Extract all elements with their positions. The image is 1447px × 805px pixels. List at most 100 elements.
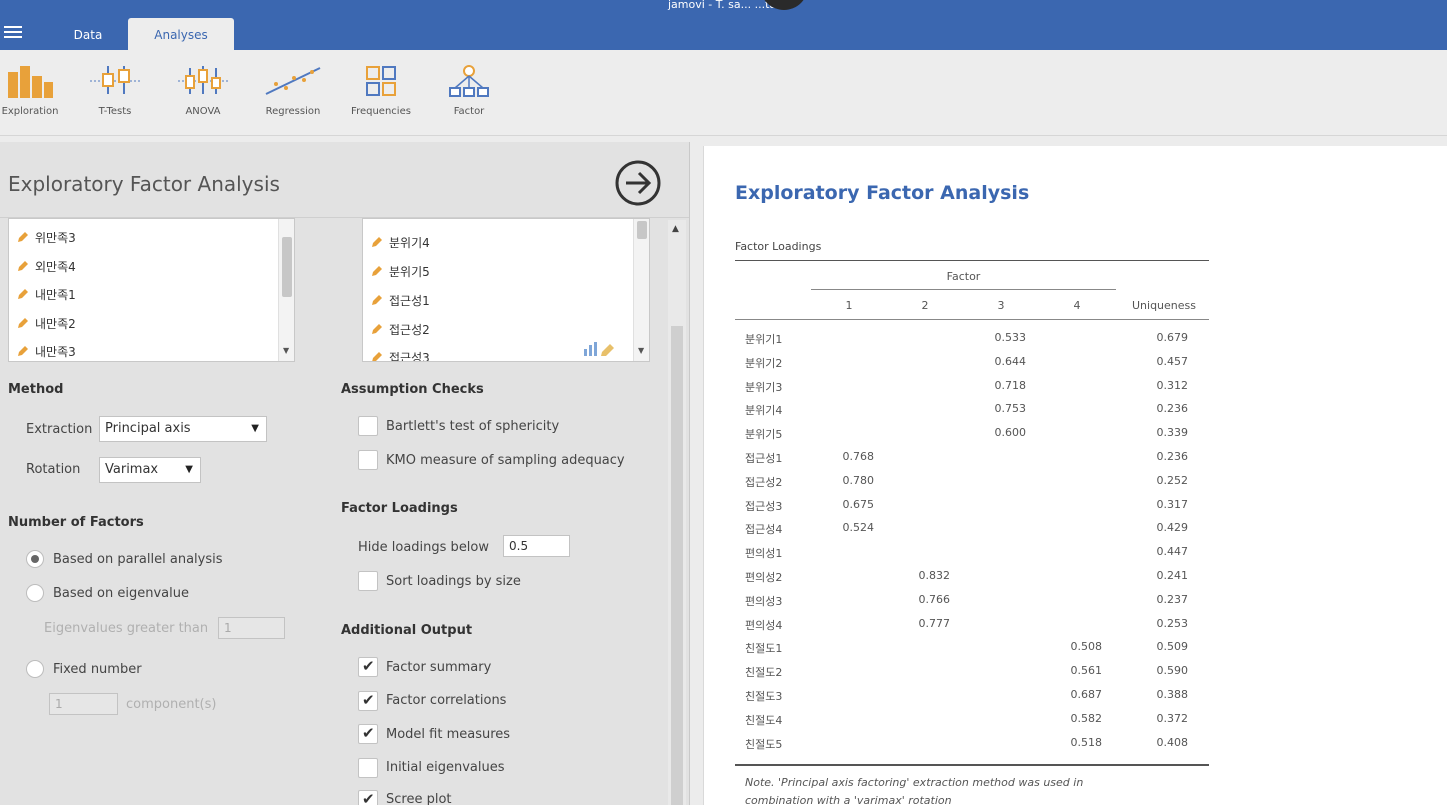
column-header: 1 [845,299,853,312]
list-item[interactable]: 접근성3 [371,347,430,361]
factor-correlations-checkbox[interactable] [358,691,378,711]
fixed-number-label: Fixed number [53,662,142,677]
jamovi-window: Data Analyses jamovi - T. sa... ...ta Ex… [0,0,1447,805]
loading-cell: 0.508 [1070,640,1103,653]
list-item[interactable]: 접근성1 [371,290,430,312]
number-of-factors-heading: Number of Factors [8,515,144,530]
additional-output-heading: Additional Output [341,623,473,638]
ribbon-label: ANOVA [185,106,221,117]
kmo-checkbox[interactable] [358,450,378,470]
scrollbar-thumb[interactable] [637,221,647,239]
column-header: 4 [1073,299,1081,312]
results-title: Exploratory Factor Analysis [735,182,1030,204]
pencil-icon [18,346,28,356]
ribbon-anova-button[interactable]: ANOVA [170,64,236,117]
ribbon-frequencies-button[interactable]: Frequencies [346,64,416,117]
row-label: 친절도5 [745,738,783,751]
chevron-down-icon[interactable]: ▼ [283,346,289,355]
loading-cell: 0.777 [918,617,951,630]
row-label: 친절도1 [745,642,783,655]
frequencies-icon [366,66,396,96]
row-label: 친절도2 [745,666,783,679]
row-label: 접근성1 [745,452,783,465]
hamburger-menu-icon[interactable] [4,26,22,40]
uniqueness-cell: 0.317 [1156,498,1189,511]
ribbon-regression-button[interactable]: Regression [258,64,328,117]
pencil-icon [18,289,28,299]
list-item[interactable]: 위만족3 [17,227,76,249]
row-label: 편의성1 [745,547,783,560]
ribbon-label: Exploration [1,106,59,117]
model-fit-checkbox[interactable] [358,724,378,744]
scrollbar-thumb[interactable] [671,326,683,805]
list-scrollbar[interactable]: ▼ [633,219,649,361]
table-note-continued: combination with a 'varimax' rotation [745,794,952,805]
loading-cell: 0.766 [918,593,951,606]
row-label: 분위기2 [745,357,783,370]
list-scrollbar[interactable]: ▼ [278,219,294,361]
loading-cell: 0.561 [1070,664,1103,677]
variable-type-icon [584,342,614,356]
loading-cell: 0.687 [1070,688,1103,701]
rotation-select[interactable]: Varimax ▼ [99,457,201,483]
arrow-right-circle-icon[interactable] [614,159,662,207]
row-label: 분위기3 [745,381,783,394]
uniqueness-cell: 0.236 [1156,450,1189,463]
loading-cell: 0.644 [994,355,1027,368]
eigenvalues-greater-label: Eigenvalues greater than [44,621,209,636]
scree-plot-label: Scree plot [386,792,452,805]
uniqueness-cell: 0.457 [1156,355,1189,368]
table-bottom-rule [735,764,1209,766]
list-item[interactable]: 내만족1 [17,284,76,306]
hide-loadings-input[interactable]: 0.5 [503,535,570,557]
eigenvalue-radio[interactable] [26,584,44,602]
list-item[interactable]: 내만족3 [17,341,76,361]
tab-data[interactable]: Data [56,18,120,50]
ribbon-label: Frequencies [351,106,411,117]
sort-loadings-label: Sort loadings by size [386,574,521,589]
anova-icon [178,66,228,94]
bartlett-checkbox[interactable] [358,416,378,436]
factor-summary-checkbox[interactable] [358,657,378,677]
extraction-select[interactable]: Principal axis ▼ [99,416,267,442]
fixed-number-radio[interactable] [26,660,44,678]
scree-plot-checkbox[interactable] [358,790,378,805]
list-item[interactable]: 분위기5 [371,261,430,283]
factor-summary-label: Factor summary [386,660,492,675]
uniqueness-cell: 0.408 [1156,736,1189,749]
fixed-number-input[interactable]: 1 [49,693,118,715]
row-label: 접근성4 [745,523,783,536]
selected-variables-list[interactable]: 분위기4 분위기5 접근성1 접근성2 접근성3 ▼ [362,218,650,362]
pencil-icon [372,266,382,276]
sort-loadings-checkbox[interactable] [358,571,378,591]
options-scrollbar[interactable]: ▲ [668,220,686,805]
loading-cell: 0.832 [918,569,951,582]
parallel-analysis-radio[interactable] [26,550,44,568]
chevron-down-icon[interactable]: ▼ [638,346,644,355]
scrollbar-thumb[interactable] [282,237,292,297]
list-item[interactable]: 내만족2 [17,313,76,335]
list-item[interactable]: 외만족4 [17,256,76,278]
components-label: component(s) [126,697,217,712]
loading-cell: 0.768 [842,450,875,463]
initial-eigenvalues-checkbox[interactable] [358,758,378,778]
ribbon-t-tests-button[interactable]: T-Tests [82,64,148,117]
row-label: 친절도3 [745,690,783,703]
chevron-up-icon[interactable]: ▲ [672,224,679,234]
table-header-rule [735,319,1209,320]
available-variables-list[interactable]: 위만족3 외만족4 내만족1 내만족2 내만족3 ▼ [8,218,295,362]
rotation-value: Varimax [105,462,159,477]
eigenvalue-threshold-input[interactable]: 1 [218,617,285,639]
uniqueness-cell: 0.237 [1156,593,1189,606]
ribbon-exploration-button[interactable]: Exploration [0,64,66,117]
list-item[interactable]: 분위기4 [371,232,430,254]
factor-loadings-heading: Factor Loadings [341,501,458,516]
row-label: 편의성2 [745,571,783,584]
list-item[interactable]: 접근성2 [371,319,430,341]
loading-cell: 0.718 [994,379,1027,392]
pencil-icon [372,324,382,334]
hide-loadings-label: Hide loadings below [358,540,490,555]
tab-analyses[interactable]: Analyses [128,18,234,50]
uniqueness-cell: 0.372 [1156,712,1189,725]
ribbon-factor-button[interactable]: Factor [440,64,498,117]
